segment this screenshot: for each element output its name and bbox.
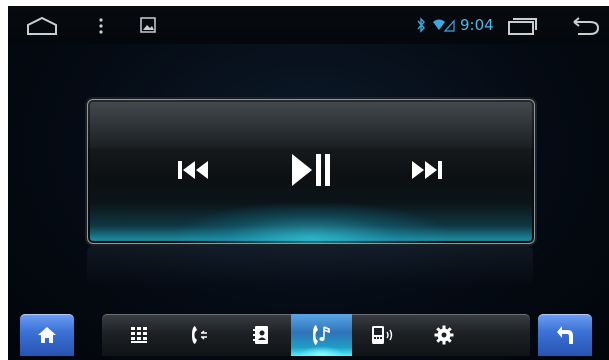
gallery-icon	[140, 17, 156, 33]
contacts-button[interactable]	[230, 314, 291, 356]
return-icon	[557, 326, 573, 344]
back-arrow-icon[interactable]	[570, 16, 600, 36]
panel-gloss	[88, 100, 534, 148]
next-track-button[interactable]	[398, 150, 454, 190]
music-bluetooth-icon	[312, 325, 330, 345]
music-player-panel	[87, 99, 535, 244]
previous-track-icon	[178, 161, 208, 179]
status-bar: 9:04	[8, 6, 609, 44]
panel-reflection	[87, 246, 533, 286]
phone-sync-icon	[371, 326, 392, 344]
bluetooth-music-button[interactable]	[291, 314, 352, 356]
watermark-decoration: ​	[35, 129, 61, 167]
home-icon	[38, 327, 56, 343]
head-unit-screen: 9:04 ​	[8, 6, 609, 360]
home-outline-icon[interactable]	[26, 16, 58, 36]
keypad-button[interactable]	[108, 314, 169, 356]
call-log-icon	[191, 326, 207, 344]
settings-button[interactable]	[413, 314, 474, 356]
app-dock	[102, 314, 530, 356]
overflow-menu-icon[interactable]	[96, 16, 106, 36]
phone-link-button[interactable]	[352, 314, 413, 356]
play-pause-icon	[292, 154, 330, 186]
home-button[interactable]	[20, 314, 74, 356]
call-log-button[interactable]	[169, 314, 230, 356]
previous-track-button[interactable]	[166, 150, 222, 190]
next-track-icon	[412, 161, 442, 179]
return-button[interactable]	[538, 314, 592, 356]
wifi-signal-icon	[432, 17, 456, 33]
play-pause-button[interactable]	[284, 150, 340, 190]
bluetooth-icon	[416, 17, 426, 33]
panel-glow	[177, 203, 445, 243]
clock-time: 9:04	[460, 16, 494, 34]
recent-apps-icon[interactable]	[506, 16, 538, 36]
keypad-icon	[130, 327, 147, 343]
settings-gear-icon	[434, 325, 453, 345]
contacts-icon	[252, 326, 268, 344]
